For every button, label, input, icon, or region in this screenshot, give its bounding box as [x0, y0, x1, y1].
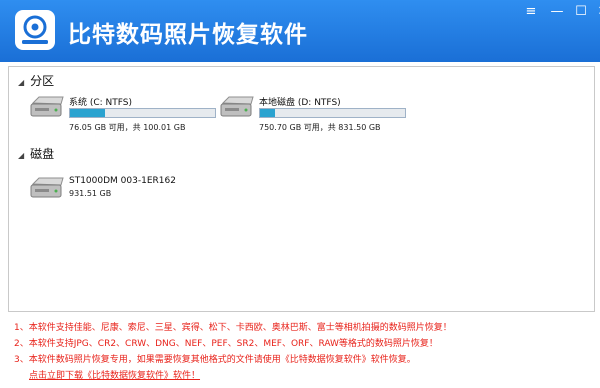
disk-heading: 磁盘 [30, 147, 55, 161]
maximize-button[interactable]: ☐ [570, 3, 592, 21]
minimize-button[interactable]: — [546, 3, 568, 21]
hard-drive-icon [30, 96, 64, 117]
download-link[interactable]: 点击立即下载《比特数据恢复软件》软件！ [14, 368, 594, 384]
partition-label: 本地磁盘 (D: NTFS) [259, 98, 341, 108]
usage-bar-fill [260, 109, 275, 117]
disk-item[interactable]: ST1000DM 003-1ER162 931.51 GB [29, 176, 219, 206]
partition-section-header[interactable]: ◢ 分区 [18, 72, 54, 89]
partition-heading: 分区 [30, 74, 55, 88]
usage-bar [259, 108, 406, 118]
note-line: 1、本软件支持佳能、尼康、索尼、三星、宾得、松下、卡西欧、奥林巴斯、富士等相机拍… [14, 323, 452, 333]
note-line: 3、本软件数码照片恢复专用，如果需要恢复其他格式的文件请使用《比特数据恢复软件》… [14, 355, 416, 365]
hard-drive-icon [30, 177, 64, 198]
partition-label: 系统 (C: NTFS) [69, 98, 133, 108]
collapse-triangle-icon[interactable]: ◢ [18, 78, 24, 87]
drive-panel: ◢ 分区 系统 (C: NTFS) 76.05 GB 可用，共 100.01 GB… [8, 66, 595, 312]
partition-item-d[interactable]: 本地磁盘 (D: NTFS) 750.70 GB 可用，共 831.50 GB [219, 95, 409, 135]
disk-label: ST1000DM 003-1ER162 [69, 176, 176, 186]
notes-area: 1、本软件支持佳能、尼康、索尼、三星、宾得、松下、卡西欧、奥林巴斯、富士等相机拍… [14, 320, 594, 384]
close-button[interactable]: ✕ [592, 3, 600, 21]
disk-size: 931.51 GB [69, 189, 112, 198]
app-title: 比特数码照片恢复软件 [68, 22, 308, 48]
menu-icon[interactable]: ≡ [520, 3, 542, 21]
title-bar: 比特数码照片恢复软件 ≡ — ☐ ✕ [0, 0, 600, 62]
disk-section-header[interactable]: ◢ 磁盘 [18, 145, 54, 162]
app-logo-icon [15, 10, 55, 50]
partition-item-c[interactable]: 系统 (C: NTFS) 76.05 GB 可用，共 100.01 GB [29, 95, 219, 135]
note-line: 2、本软件支持JPG、CR2、CRW、DNG、NEF、PEF、SR2、MEF、O… [14, 339, 438, 349]
hard-drive-icon [220, 96, 254, 117]
usage-bar [69, 108, 216, 118]
usage-bar-fill [70, 109, 105, 117]
partition-usage: 750.70 GB 可用，共 831.50 GB [259, 123, 381, 132]
collapse-triangle-icon[interactable]: ◢ [18, 151, 24, 160]
partition-usage: 76.05 GB 可用，共 100.01 GB [69, 123, 186, 132]
